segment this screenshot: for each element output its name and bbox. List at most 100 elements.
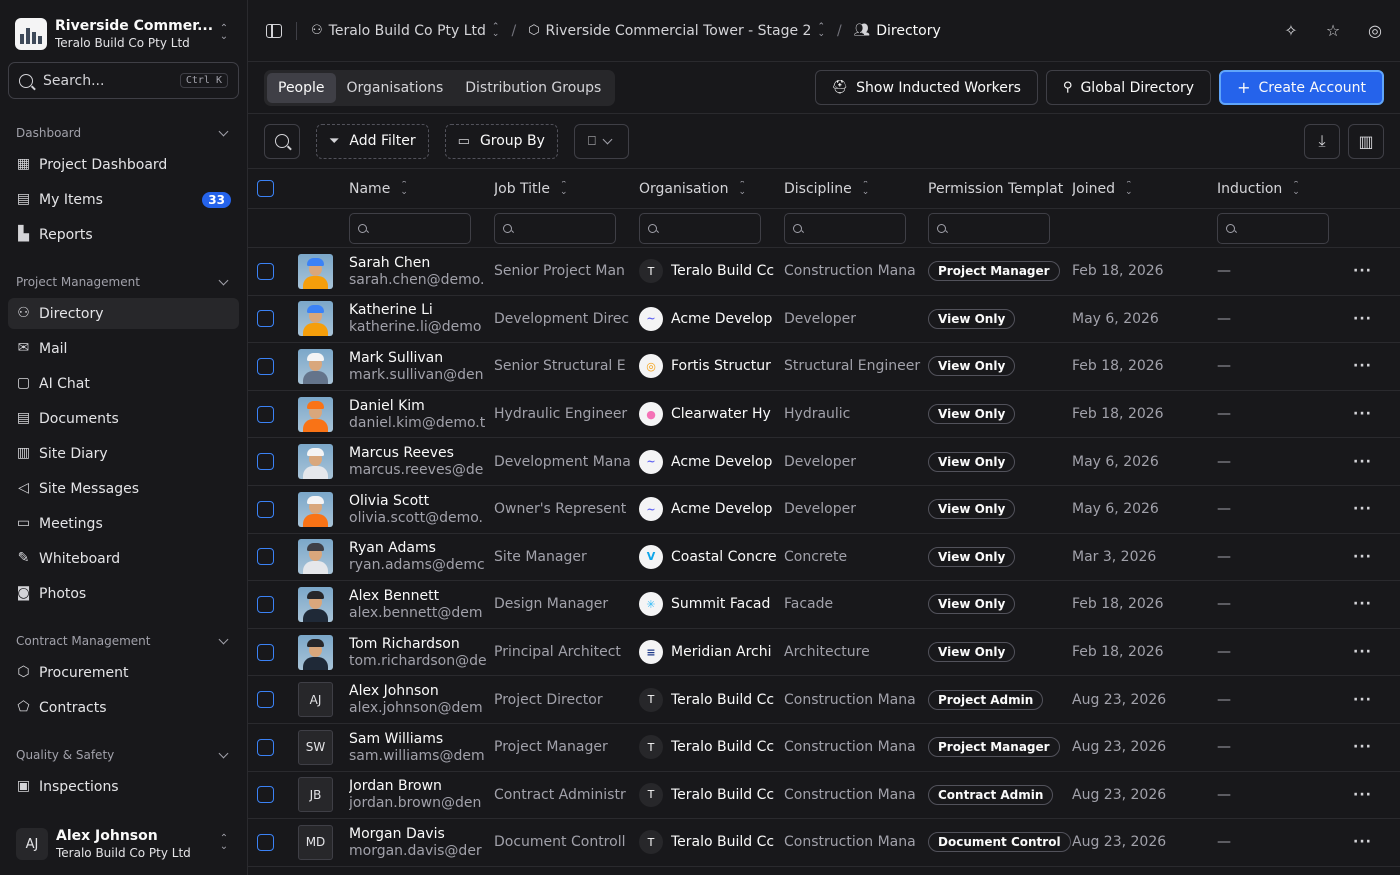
sidebar-item-photos[interactable]: ◙ Photos xyxy=(8,578,239,609)
sidebar-item-site-messages[interactable]: ◁ Site Messages xyxy=(8,473,239,504)
sidebar-item-ai-chat[interactable]: ▢ AI Chat xyxy=(8,368,239,399)
person-name[interactable]: Marcus Reeves xyxy=(349,445,494,461)
columns-button[interactable]: ▥ xyxy=(1348,123,1384,159)
table-search-button[interactable] xyxy=(264,123,300,159)
column-name[interactable]: Name ⌃ ⌄ xyxy=(349,181,494,197)
workspace-switcher[interactable]: Riverside Commer... Teralo Build Co Pty … xyxy=(0,0,247,62)
row-checkbox[interactable] xyxy=(257,738,274,756)
column-permission-template[interactable]: Permission Templat xyxy=(928,181,1072,197)
sidebar-item-whiteboard[interactable]: ✎ Whiteboard xyxy=(8,543,239,574)
row-checkbox[interactable] xyxy=(257,786,274,804)
table-row[interactable]: Sarah Chen sarah.chen@demo. Senior Proje… xyxy=(248,248,1400,296)
name-filter-input[interactable] xyxy=(349,212,471,244)
person-name[interactable]: Tom Richardson xyxy=(349,636,494,652)
column-job-title[interactable]: Job Title ⌃ ⌄ xyxy=(494,181,639,197)
sidebar-item-project-dashboard[interactable]: ▦ Project Dashboard xyxy=(8,149,239,180)
sparkles-icon[interactable]: ✧ xyxy=(1282,21,1300,40)
table-row[interactable]: AJ Alex Johnson alex.johnson@dem Project… xyxy=(248,676,1400,724)
column-organisation[interactable]: Organisation ⌃ ⌄ xyxy=(639,181,784,197)
nav-section-header[interactable]: Contract Management xyxy=(8,629,239,653)
saved-views-button[interactable]: ⎕ xyxy=(573,123,629,159)
sidebar-item-my-items[interactable]: ▤ My Items 33 xyxy=(8,184,239,215)
search-input[interactable]: Search... Ctrl K xyxy=(8,62,239,99)
select-all-checkbox[interactable] xyxy=(257,180,274,197)
more-actions-icon[interactable]: ··· xyxy=(1353,596,1372,612)
sidebar-item-inspections[interactable]: ▣ Inspections xyxy=(8,771,239,802)
more-actions-icon[interactable]: ··· xyxy=(1353,692,1372,708)
person-name[interactable]: Morgan Davis xyxy=(349,826,494,842)
row-checkbox[interactable] xyxy=(257,357,274,375)
discipline-filter-input[interactable] xyxy=(784,212,906,244)
column-induction[interactable]: Induction ⌃ ⌄ xyxy=(1217,181,1337,197)
row-checkbox[interactable] xyxy=(257,453,274,471)
person-name[interactable]: Olivia Scott xyxy=(349,493,494,509)
sidebar-item-directory[interactable]: ⚇ Directory xyxy=(8,298,239,329)
group-by-button[interactable]: ▭ Group By xyxy=(444,123,558,159)
table-row[interactable]: MD Morgan Davis morgan.davis@der Documen… xyxy=(248,819,1400,867)
more-actions-icon[interactable]: ··· xyxy=(1353,406,1372,422)
star-icon[interactable]: ☆ xyxy=(1324,21,1342,40)
create-account-button[interactable]: + Create Account xyxy=(1219,70,1384,105)
column-discipline[interactable]: Discipline ⌃ ⌄ xyxy=(784,181,928,197)
more-actions-icon[interactable]: ··· xyxy=(1353,549,1372,565)
breadcrumb-org[interactable]: ⚇ Teralo Build Co Pty Ltd ⌃ ⌄ xyxy=(311,22,499,39)
person-name[interactable]: Jordan Brown xyxy=(349,778,494,794)
nav-section-header[interactable]: Project Management xyxy=(8,270,239,294)
table-row[interactable]: Katherine Li katherine.li@demo Developme… xyxy=(248,296,1400,344)
person-name[interactable]: Mark Sullivan xyxy=(349,350,494,366)
tab-distribution-groups[interactable]: Distribution Groups xyxy=(454,73,612,103)
row-checkbox[interactable] xyxy=(257,500,274,518)
add-filter-button[interactable]: ⏷ Add Filter xyxy=(316,123,429,159)
table-row[interactable]: Marcus Reeves marcus.reeves@de Developme… xyxy=(248,438,1400,486)
tab-people[interactable]: People xyxy=(267,72,336,103)
sidebar-toggle-icon[interactable] xyxy=(266,23,282,38)
sidebar-item-site-diary[interactable]: ▥ Site Diary xyxy=(8,438,239,469)
sidebar-item-procurement[interactable]: ⬡ Procurement xyxy=(8,657,239,688)
export-button[interactable]: ⤓ xyxy=(1304,123,1340,159)
job-title-filter-input[interactable] xyxy=(494,212,616,244)
more-actions-icon[interactable]: ··· xyxy=(1353,501,1372,517)
sidebar-item-documents[interactable]: ▤ Documents xyxy=(8,403,239,434)
permission-filter-input[interactable] xyxy=(928,212,1050,244)
row-checkbox[interactable] xyxy=(257,643,274,661)
sidebar-item-mail[interactable]: ✉ Mail xyxy=(8,333,239,364)
row-checkbox[interactable] xyxy=(257,691,274,709)
row-checkbox[interactable] xyxy=(257,310,274,328)
global-directory-button[interactable]: ⚲ Global Directory xyxy=(1045,70,1212,105)
nav-section-header[interactable]: Quality & Safety xyxy=(8,743,239,767)
nav-section-header[interactable]: Dashboard xyxy=(8,121,239,145)
table-row[interactable]: Tom Richardson tom.richardson@de Princip… xyxy=(248,629,1400,677)
user-menu[interactable]: AJ Alex Johnson Teralo Build Co Pty Ltd … xyxy=(0,813,247,875)
more-actions-icon[interactable]: ··· xyxy=(1353,263,1372,279)
more-actions-icon[interactable]: ··· xyxy=(1353,454,1372,470)
more-actions-icon[interactable]: ··· xyxy=(1353,358,1372,374)
row-checkbox[interactable] xyxy=(257,262,274,280)
more-actions-icon[interactable]: ··· xyxy=(1353,834,1372,850)
more-actions-icon[interactable]: ··· xyxy=(1353,644,1372,660)
person-name[interactable]: Katherine Li xyxy=(349,302,494,318)
column-joined[interactable]: Joined ⌃ ⌄ xyxy=(1072,181,1217,197)
person-name[interactable]: Sarah Chen xyxy=(349,255,494,271)
more-actions-icon[interactable]: ··· xyxy=(1353,739,1372,755)
table-row[interactable]: SW Sam Williams sam.williams@dem Project… xyxy=(248,724,1400,772)
table-row[interactable]: Olivia Scott olivia.scott@demo. Owner's … xyxy=(248,486,1400,534)
row-checkbox[interactable] xyxy=(257,548,274,566)
help-icon[interactable]: ◎ xyxy=(1366,21,1384,40)
sidebar-item-reports[interactable]: ▙ Reports xyxy=(8,219,239,250)
row-checkbox[interactable] xyxy=(257,405,274,423)
person-name[interactable]: Ryan Adams xyxy=(349,540,494,556)
show-inducted-workers-button[interactable]: ⛑︎ Show Inducted Workers xyxy=(814,70,1038,105)
table-row[interactable]: Alex Bennett alex.bennett@dem Design Man… xyxy=(248,581,1400,629)
table-row[interactable]: Daniel Kim daniel.kim@demo.t Hydraulic E… xyxy=(248,391,1400,439)
more-actions-icon[interactable]: ··· xyxy=(1353,787,1372,803)
table-row[interactable]: Mark Sullivan mark.sullivan@den Senior S… xyxy=(248,343,1400,391)
person-name[interactable]: Daniel Kim xyxy=(349,398,494,414)
more-actions-icon[interactable]: ··· xyxy=(1353,311,1372,327)
table-row[interactable]: Ryan Adams ryan.adams@demc Site Manager … xyxy=(248,534,1400,582)
table-row[interactable]: JB Jordan Brown jordan.brown@den Contrac… xyxy=(248,772,1400,820)
row-checkbox[interactable] xyxy=(257,833,274,851)
tab-organisations[interactable]: Organisations xyxy=(336,73,455,103)
sidebar-item-meetings[interactable]: ▭ Meetings xyxy=(8,508,239,539)
person-name[interactable]: Alex Bennett xyxy=(349,588,494,604)
breadcrumb-project[interactable]: ⬡ Riverside Commercial Tower - Stage 2 ⌃… xyxy=(528,22,825,39)
